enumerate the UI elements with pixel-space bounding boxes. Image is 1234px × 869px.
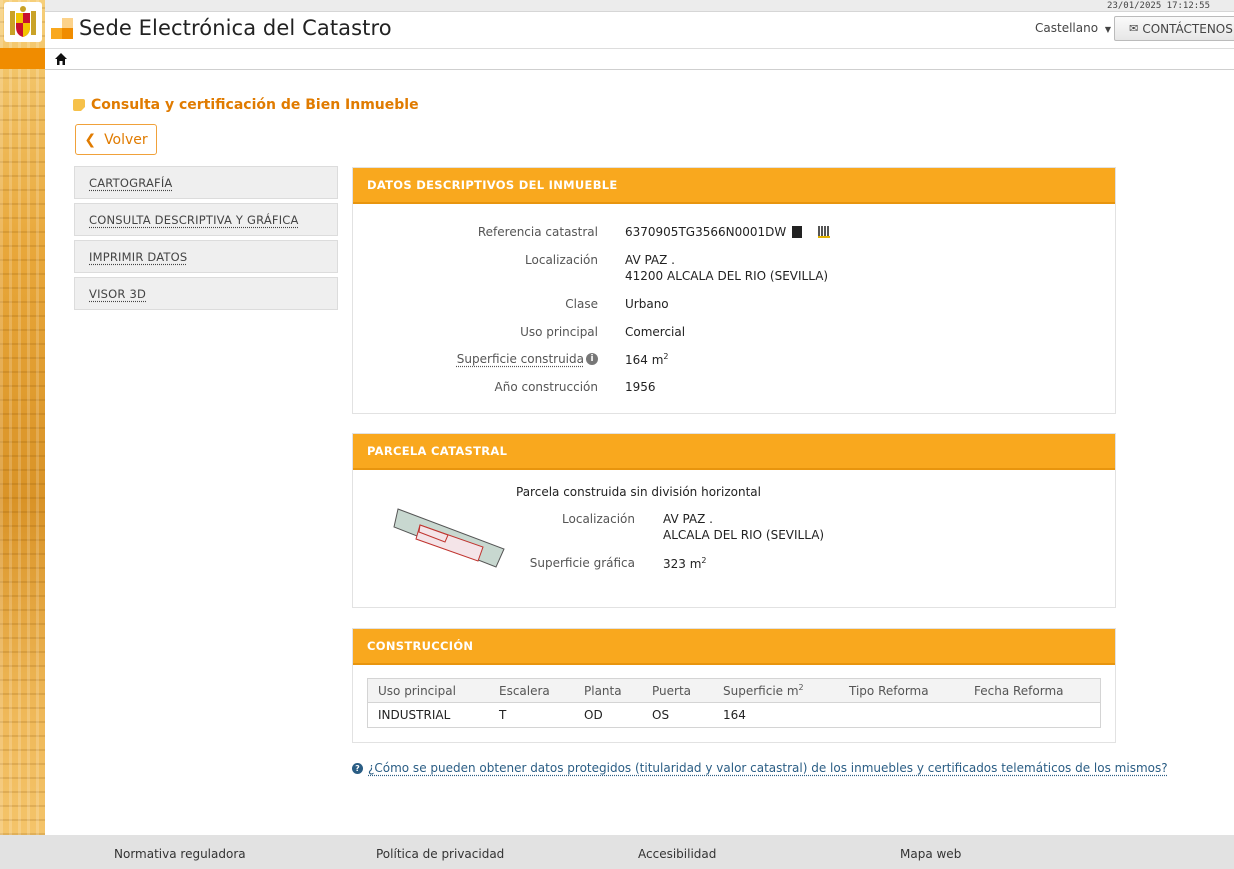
col-superficie: Superficie m2	[723, 683, 804, 698]
envelope-icon: ✉	[1129, 22, 1138, 35]
datos-panel: DATOS DESCRIPTIVOS DEL INMUEBLE	[352, 167, 1116, 414]
timestamp: 23/01/2025 17:12:55	[1107, 1, 1210, 11]
footer-link-normativa[interactable]: Normativa reguladora	[114, 847, 246, 861]
cell-puerta: OS	[652, 708, 669, 722]
contact-label: CONTÁCTENOS	[1142, 22, 1233, 36]
col-superficie-text: Superficie m	[723, 684, 799, 698]
construccion-table: Uso principal Escalera Planta Puerta Sup…	[367, 678, 1101, 728]
protected-data-link[interactable]: ? ¿Cómo se pueden obtener datos protegid…	[352, 761, 1168, 775]
col-planta: Planta	[584, 684, 622, 698]
uso-value: Comercial	[625, 325, 685, 339]
back-button[interactable]: ❮ Volver	[75, 124, 157, 155]
sidemenu-item-visor3d[interactable]: VISOR 3D	[74, 277, 338, 310]
barcode-icon[interactable]	[818, 226, 830, 238]
home-icon[interactable]	[54, 52, 68, 66]
loc-line1: AV PAZ .	[625, 253, 675, 267]
cell-escalera: T	[499, 708, 506, 722]
question-circle-icon: ?	[352, 763, 363, 774]
footer-link-privacidad[interactable]: Política de privacidad	[376, 847, 504, 861]
ref-value: 6370905TG3566N0001DW	[625, 225, 830, 239]
table-header: Uso principal Escalera Planta Puerta Sup…	[368, 679, 1100, 703]
copy-icon[interactable]	[792, 226, 802, 238]
sidemenu-item-cartografia[interactable]: CARTOGRAFÍA	[74, 166, 338, 199]
parcela-sup-value: 323 m2	[663, 556, 707, 571]
page-title-text: Consulta y certificación de Bien Inmuebl…	[91, 97, 419, 113]
spain-crest-logo	[4, 2, 42, 42]
parcela-loc-line2: ALCALA DEL RIO (SEVILLA)	[663, 528, 824, 542]
sup-label: Superficie construida	[334, 352, 584, 366]
footer-link-mapa-web[interactable]: Mapa web	[900, 847, 961, 861]
page-title: Consulta y certificación de Bien Inmuebl…	[73, 97, 419, 113]
col-puerta: Puerta	[652, 684, 691, 698]
col-fecha-reforma: Fecha Reforma	[974, 684, 1064, 698]
datos-heading: DATOS DESCRIPTIVOS DEL INMUEBLE	[353, 168, 1115, 204]
sidemenu-item-label: IMPRIMIR DATOS	[89, 250, 187, 264]
site-title[interactable]: Sede Electrónica del Catastro	[79, 16, 392, 40]
cell-superficie: 164	[723, 708, 746, 722]
sidemenu-item-label: CARTOGRAFÍA	[89, 176, 173, 190]
sup-value: 164 m2	[625, 352, 669, 367]
site-header: Sede Electrónica del Catastro Castellano…	[45, 12, 1234, 48]
chevron-left-icon: ❮	[84, 132, 96, 148]
sup-unit-exp: 2	[663, 352, 668, 361]
contact-button[interactable]: ✉ CONTÁCTENOS	[1114, 16, 1234, 41]
catastro-logo-icon	[51, 18, 73, 40]
parcela-loc-line1: AV PAZ .	[663, 512, 713, 526]
document-icon	[73, 99, 85, 111]
sidemenu-item-imprimir[interactable]: IMPRIMIR DATOS	[74, 240, 338, 273]
sidemenu-item-label: CONSULTA DESCRIPTIVA Y GRÁFICA	[89, 213, 299, 227]
info-circle-icon[interactable]: i	[586, 353, 598, 365]
ref-value-text: 6370905TG3566N0001DW	[625, 225, 786, 239]
footer-link-accesibilidad[interactable]: Accesibilidad	[638, 847, 716, 861]
clase-label: Clase	[348, 297, 598, 311]
back-label: Volver	[104, 132, 148, 148]
language-selector[interactable]: Castellano ▼	[1035, 21, 1111, 35]
col-superficie-exp: 2	[799, 683, 804, 692]
sidemenu-item-label: VISOR 3D	[89, 287, 146, 301]
parcela-loc-label: Localización	[385, 512, 635, 526]
language-label: Castellano	[1035, 21, 1098, 35]
parcela-sup-exp: 2	[701, 556, 706, 565]
caret-down-icon: ▼	[1105, 25, 1111, 34]
loc-label: Localización	[348, 253, 598, 267]
construccion-heading: CONSTRUCCIÓN	[353, 629, 1115, 665]
uso-label: Uso principal	[348, 325, 598, 339]
ref-label: Referencia catastral	[348, 225, 598, 239]
sup-value-text: 164 m	[625, 353, 663, 367]
col-escalera: Escalera	[499, 684, 550, 698]
clase-value: Urbano	[625, 297, 669, 311]
sup-label-text: Superficie construida	[457, 352, 584, 366]
table-row: INDUSTRIAL T OD OS 164	[368, 703, 1100, 727]
anio-label: Año construcción	[348, 380, 598, 394]
sidemenu-item-consulta[interactable]: CONSULTA DESCRIPTIVA Y GRÁFICA	[74, 203, 338, 236]
loc-line2: 41200 ALCALA DEL RIO (SEVILLA)	[625, 269, 828, 283]
side-menu: CARTOGRAFÍA CONSULTA DESCRIPTIVA Y GRÁFI…	[74, 166, 338, 314]
col-uso: Uso principal	[378, 684, 456, 698]
rail-orange-strip	[0, 48, 45, 69]
site-footer: Normativa reguladora Política de privaci…	[0, 835, 1234, 869]
parcela-tipo: Parcela construida sin división horizont…	[516, 485, 761, 499]
left-decorative-rail	[0, 0, 45, 835]
parcela-sup-text: 323 m	[663, 557, 701, 571]
cell-planta: OD	[584, 708, 603, 722]
protected-data-link-text: ¿Cómo se pueden obtener datos protegidos…	[368, 761, 1168, 775]
breadcrumb	[45, 48, 1234, 70]
top-status-strip: 23/01/2025 17:12:55	[45, 0, 1234, 12]
col-tipo-reforma: Tipo Reforma	[849, 684, 929, 698]
anio-value: 1956	[625, 380, 656, 394]
parcela-sup-label: Superficie gráfica	[385, 556, 635, 570]
cell-uso: INDUSTRIAL	[378, 708, 450, 722]
parcela-heading: PARCELA CATASTRAL	[353, 434, 1115, 470]
